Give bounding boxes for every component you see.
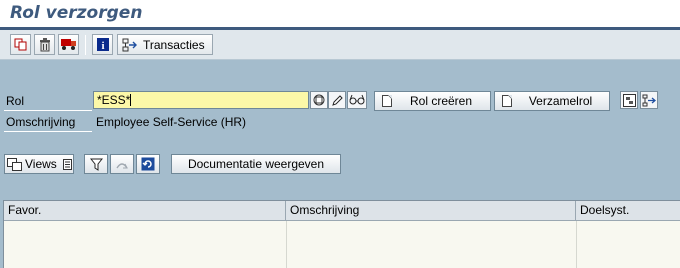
show-documentation-label: Documentatie weergeven [187,157,325,171]
column-divider [576,221,577,268]
copy-icon [14,38,27,51]
role-grid: Favor. Omschrijving Doelsyst. [3,200,680,268]
column-divider [286,221,287,268]
views-dropdown-icon [62,158,72,170]
filter-icon [89,158,103,171]
info-button[interactable]: i [92,34,113,55]
search-help-icon [313,94,325,106]
svg-text:i: i [101,40,104,51]
delete-icon [39,37,50,51]
display-button[interactable] [347,91,367,109]
views-button[interactable]: Views [4,154,74,174]
transport-icon [60,39,76,50]
transactions-icon [642,94,656,106]
refresh-icon [141,157,155,171]
views-label: Views [25,157,57,171]
refresh-disabled-button[interactable] [110,154,134,174]
application-toolbar: i Transacties [0,30,680,60]
rol-label: Rol [6,94,25,108]
rol-input[interactable]: *ESS* [93,91,309,109]
transport-button[interactable] [58,34,79,55]
column-header-omschrijving[interactable]: Omschrijving [286,201,576,221]
document-icon [502,95,512,107]
window-title: Rol verzorgen [10,3,143,23]
composite-role-button[interactable]: Verzamelrol [494,91,610,111]
omschrijving-value: Employee Self-Service (HR) [96,115,247,129]
transactions-hierarchy-button[interactable] [640,91,658,109]
create-role-label: Rol creëren [409,94,473,108]
show-documentation-button[interactable]: Documentatie weergeven [171,154,341,174]
toolbar-separator [85,35,86,55]
copy-button[interactable] [10,34,31,55]
omschrijving-label-underline [4,131,92,132]
expand-icon [116,162,128,168]
transactions-icon [122,38,137,51]
delete-button[interactable] [34,34,55,55]
role-menu-button[interactable] [620,91,638,109]
composite-role-label: Verzamelrol [528,94,593,108]
refresh-button[interactable] [136,154,160,174]
glasses-icon [349,94,365,105]
selection-area [0,60,680,200]
change-button[interactable] [328,91,346,109]
role-menu-icon [622,93,636,107]
filter-button[interactable] [84,154,108,174]
info-icon: i [96,38,109,51]
search-help-button[interactable] [310,91,328,109]
rol-label-underline [4,110,92,111]
omschrijving-label: Omschrijving [6,115,76,129]
column-header-favor[interactable]: Favor. [4,201,286,221]
transactions-label: Transacties [143,37,205,52]
create-role-button[interactable]: Rol creëren [374,91,491,111]
text-cursor [130,94,132,106]
rol-input-value: *ESS* [97,93,131,107]
title-bar: Rol verzorgen [0,0,680,27]
transactions-button[interactable]: Transacties [117,34,213,55]
column-header-doelsyst[interactable]: Doelsyst. [576,201,680,221]
document-icon [382,95,392,107]
pencil-icon [331,94,343,106]
views-icon [7,157,22,171]
